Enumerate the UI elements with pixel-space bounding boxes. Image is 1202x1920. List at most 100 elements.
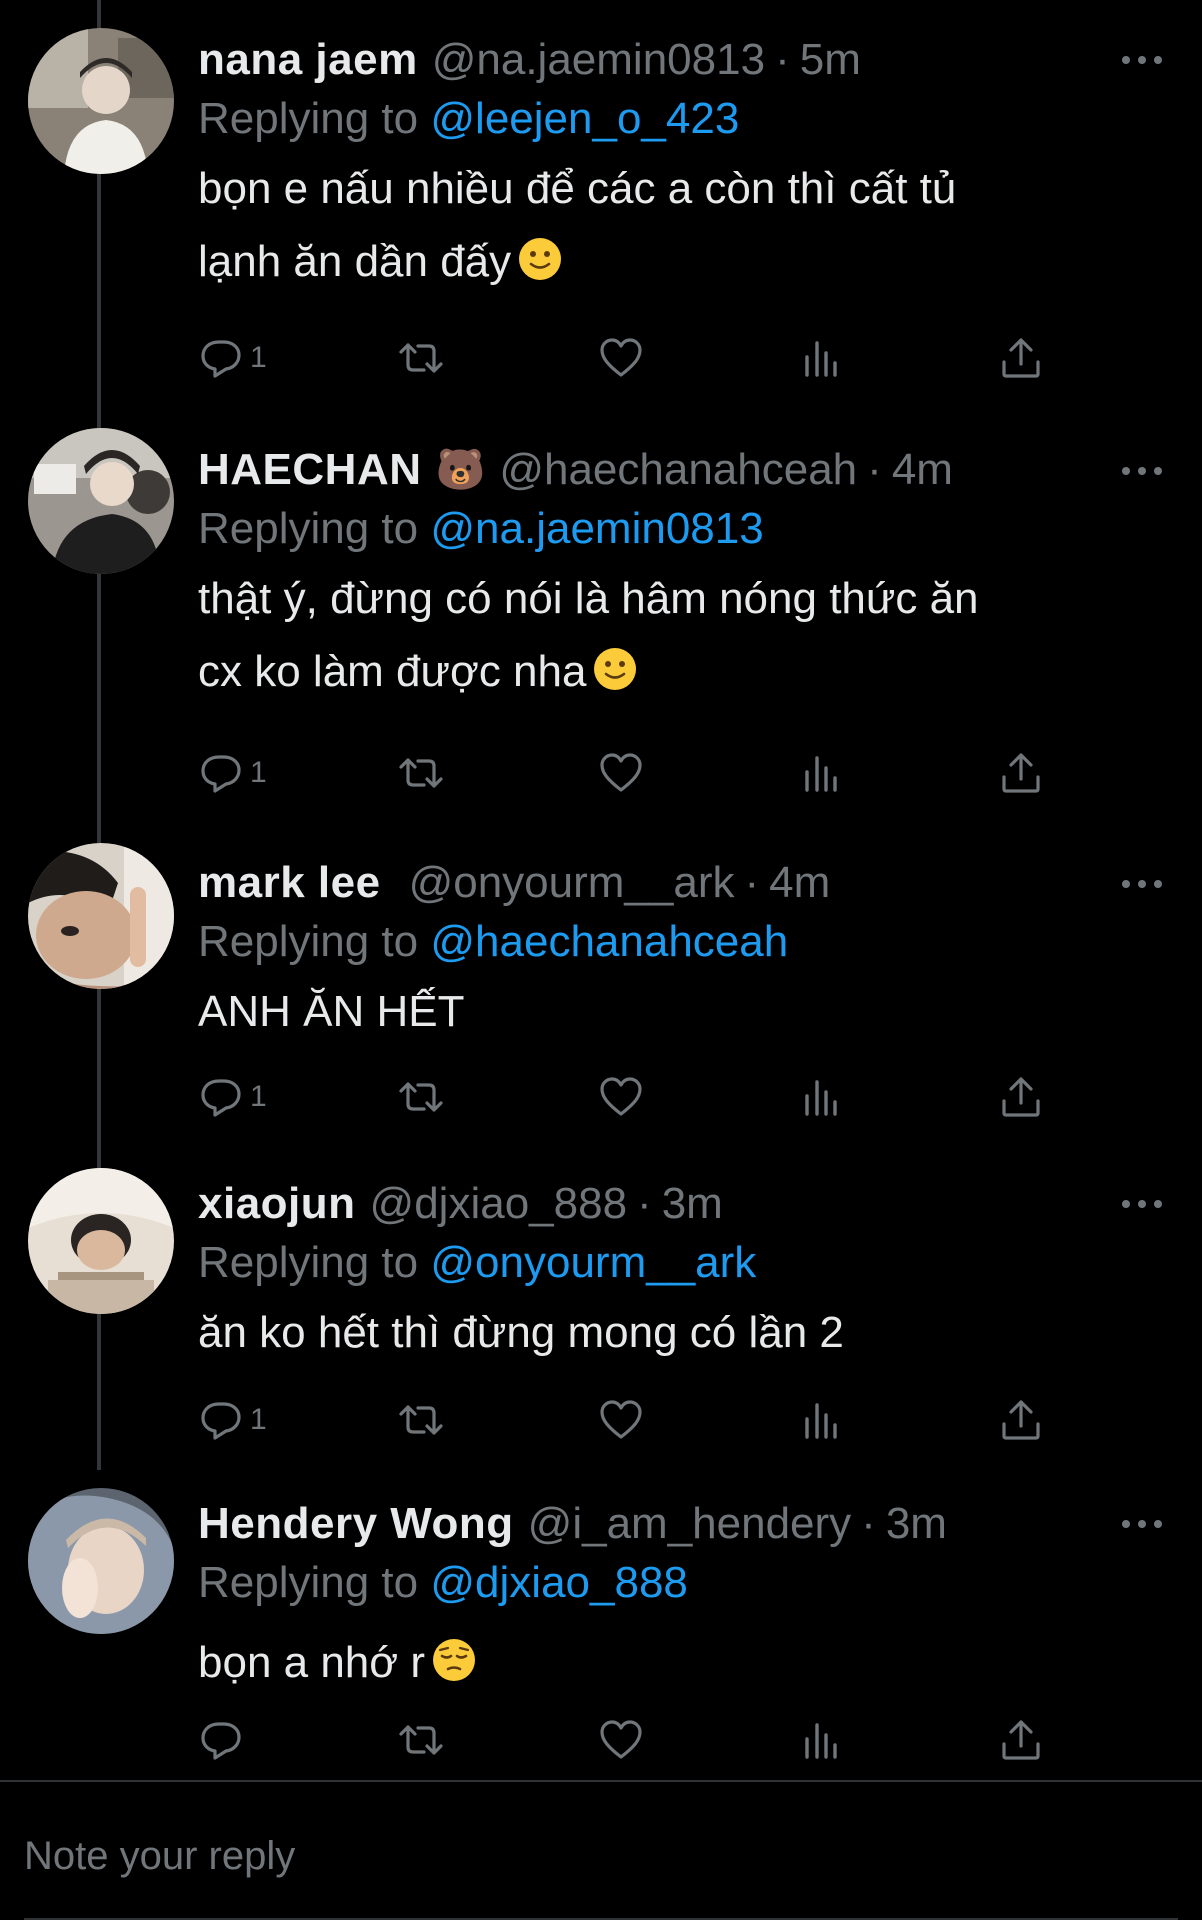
views-icon — [805, 1723, 837, 1759]
share-button[interactable] — [998, 1390, 1044, 1450]
display-name[interactable]: xiaojun — [198, 1174, 356, 1234]
views-button[interactable] — [798, 1067, 844, 1127]
share-button[interactable] — [998, 1067, 1044, 1127]
tweet[interactable]: HAECHAN 🐻 @haechanahceah · 4m Replying t… — [0, 415, 1202, 835]
replying-to-mention[interactable]: @onyourm__ark — [430, 1238, 756, 1287]
tweet[interactable]: xiaojun @djxiao_888 · 3m Replying to @on… — [0, 1160, 1202, 1480]
replying-to-line: Replying to @djxiao_888 — [198, 1554, 1162, 1612]
views-icon — [805, 1080, 837, 1116]
more-icon[interactable] — [1122, 878, 1162, 890]
tweet-text-line: bọn e nấu nhiều để các a còn thì cất tủ — [198, 164, 957, 213]
retweet-button[interactable] — [398, 1067, 444, 1127]
tweet-text-line: thật ý, đừng có nói là hâm nóng thức ăn — [198, 574, 979, 623]
share-button[interactable] — [998, 743, 1044, 803]
share-button[interactable] — [998, 328, 1044, 388]
tweet-header: HAECHAN 🐻 @haechanahceah · 4m — [198, 440, 1162, 500]
views-button[interactable] — [798, 1710, 844, 1770]
retweet-icon — [399, 1725, 443, 1755]
views-button[interactable] — [798, 743, 844, 803]
like-button[interactable] — [598, 1390, 644, 1450]
timestamp[interactable]: 3m — [662, 1174, 723, 1234]
replying-to-line: Replying to @onyourm__ark — [198, 1234, 1162, 1292]
share-icon — [1002, 338, 1040, 378]
tweet[interactable]: Hendery Wong @i_am_hendery · 3m Replying… — [0, 1480, 1202, 1780]
user-handle[interactable]: @haechanahceah — [499, 440, 857, 500]
views-icon — [805, 1403, 837, 1439]
avatar[interactable] — [28, 1488, 174, 1634]
replying-to-line: Replying to @leejen_o_423 — [198, 90, 1162, 148]
display-name[interactable]: HAECHAN — [198, 440, 422, 500]
more-icon[interactable] — [1122, 1198, 1162, 1210]
share-icon — [1002, 1720, 1040, 1760]
reply-composer: Note your reply — [0, 1780, 1202, 1920]
like-icon — [600, 753, 642, 792]
timestamp[interactable]: 4m — [892, 440, 953, 500]
reply-icon — [201, 755, 241, 793]
retweet-button[interactable] — [398, 328, 444, 388]
replying-to-mention[interactable]: @djxiao_888 — [430, 1558, 688, 1607]
tweet-actions: 1 — [198, 743, 1048, 803]
more-icon[interactable] — [1122, 54, 1162, 66]
retweet-button[interactable] — [398, 1390, 444, 1450]
reply-button[interactable]: 1 — [198, 328, 267, 388]
user-handle[interactable]: @djxiao_888 — [370, 1174, 628, 1234]
timestamp[interactable]: 5m — [800, 30, 861, 90]
tweet[interactable]: nana jaem @na.jaemin0813 · 5m Replying t… — [0, 0, 1202, 415]
tweet-text-line: ANH ĂN HẾT — [198, 987, 465, 1036]
separator: · — [744, 858, 760, 907]
views-icon — [805, 341, 837, 377]
tweet-text-line: cx ko làm được nha — [198, 647, 587, 696]
user-handle[interactable]: @onyourm__ark — [409, 853, 735, 913]
tweet-header: Hendery Wong @i_am_hendery · 3m — [198, 1494, 1162, 1554]
timestamp[interactable]: 3m — [886, 1494, 947, 1554]
replying-to-line: Replying to @na.jaemin0813 — [198, 500, 1162, 558]
avatar[interactable] — [28, 428, 174, 574]
user-handle[interactable]: @i_am_hendery — [528, 1494, 852, 1554]
reply-button[interactable]: 1 — [198, 1390, 267, 1450]
separator: · — [867, 445, 882, 494]
replying-to-mention[interactable]: @leejen_o_423 — [430, 94, 739, 143]
replying-to-label: Replying to — [198, 917, 419, 966]
like-button[interactable] — [598, 743, 644, 803]
tweet-text: bọn a nhớ r — [198, 1626, 1162, 1699]
retweet-button[interactable] — [398, 743, 444, 803]
timestamp[interactable]: 4m — [769, 853, 830, 913]
avatar[interactable] — [28, 28, 174, 174]
bear-face-icon: 🐻 — [435, 448, 486, 492]
reply-button[interactable] — [198, 1710, 250, 1770]
tweet-actions — [198, 1710, 1048, 1770]
reply-count: 1 — [250, 1403, 267, 1436]
like-button[interactable] — [598, 328, 644, 388]
reply-count: 1 — [250, 756, 267, 789]
tweet[interactable]: mark lee @onyourm__ark · 4m Replying to … — [0, 835, 1202, 1160]
avatar[interactable] — [28, 1168, 174, 1314]
replying-to-mention[interactable]: @haechanahceah — [430, 917, 788, 966]
more-icon[interactable] — [1122, 1518, 1162, 1530]
replying-to-label: Replying to — [198, 94, 419, 143]
retweet-button[interactable] — [398, 1710, 444, 1770]
tweet-text-line: ăn ko hết thì đừng mong có lần 2 — [198, 1308, 844, 1357]
slightly-smiling-face-icon — [519, 238, 562, 280]
like-button[interactable] — [598, 1067, 644, 1127]
reply-icon — [201, 340, 241, 378]
display-name[interactable]: mark lee — [198, 853, 381, 913]
replying-to-mention[interactable]: @na.jaemin0813 — [430, 504, 763, 553]
more-icon[interactable] — [1122, 465, 1162, 477]
display-name[interactable]: Hendery Wong — [198, 1494, 514, 1554]
reply-input[interactable]: Note your reply — [24, 1834, 295, 1879]
avatar[interactable] — [28, 843, 174, 989]
reply-button[interactable]: 1 — [198, 743, 267, 803]
tweet-text: bọn e nấu nhiều để các a còn thì cất tủ … — [198, 152, 1162, 298]
share-icon — [1002, 753, 1040, 793]
retweet-icon — [399, 1405, 443, 1435]
views-button[interactable] — [798, 328, 844, 388]
like-button[interactable] — [598, 1710, 644, 1770]
views-button[interactable] — [798, 1390, 844, 1450]
share-button[interactable] — [998, 1710, 1044, 1770]
user-handle[interactable]: @na.jaemin0813 — [432, 30, 765, 90]
like-icon — [600, 338, 642, 377]
pensive-face-icon — [433, 1639, 476, 1681]
reply-button[interactable]: 1 — [198, 1067, 267, 1127]
display-name[interactable]: nana jaem — [198, 30, 418, 90]
tweet-text-line: bọn a nhớ r — [198, 1638, 426, 1687]
